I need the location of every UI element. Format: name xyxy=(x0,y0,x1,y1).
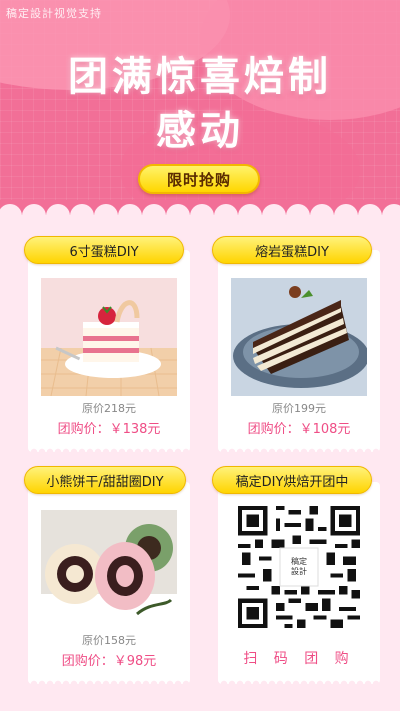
product-card[interactable]: 原价218元 团购价：￥138元 xyxy=(28,250,190,452)
qr-code[interactable]: 稿定 設計 xyxy=(238,506,360,628)
qr-code-card[interactable]: 稿定 設計 扫 码 团 购 xyxy=(218,482,380,684)
product-title-tag: 熔岩蛋糕DIY xyxy=(212,236,372,264)
strawberry-cake-image xyxy=(41,278,177,396)
original-price: 原价199元 xyxy=(272,402,326,415)
logo-text-line1: 稿定 xyxy=(291,557,307,566)
hero-title-line1: 团满惊喜焙制 xyxy=(68,54,332,100)
product-title-tag: 小熊饼干/甜甜圈DIY xyxy=(24,466,186,494)
qr-card-title-tag: 稿定DIY烘焙开团中 xyxy=(212,466,372,494)
original-price: 原价218元 xyxy=(82,402,136,415)
limited-sale-button[interactable]: 限时抢购 xyxy=(138,164,260,194)
scallop-divider xyxy=(0,200,400,224)
original-price: 原价158元 xyxy=(82,634,136,647)
watermark: 稿定設計视觉支持 xyxy=(6,7,102,20)
scan-to-join-label: 扫 码 团 购 xyxy=(243,651,355,667)
group-price: 团购价：￥98元 xyxy=(61,654,157,669)
group-price: 团购价：￥138元 xyxy=(57,422,161,437)
lava-cake-image xyxy=(231,278,367,396)
hero-banner: 稿定設計视觉支持 团满惊喜焙制 感动 限时抢购 xyxy=(0,0,400,215)
group-price: 团购价：￥108元 xyxy=(247,422,351,437)
product-title-tag: 6寸蛋糕DIY xyxy=(24,236,184,264)
logo-text-line2: 設計 xyxy=(291,567,307,576)
qr-center-logo: 稿定 設計 xyxy=(280,550,318,584)
swiss-roll-image xyxy=(41,510,177,628)
hero-title-line2: 感动 xyxy=(156,108,244,154)
product-card[interactable]: 原价199元 团购价：￥108元 xyxy=(218,250,380,452)
product-card[interactable]: 原价158元 团购价：￥98元 xyxy=(28,482,190,684)
